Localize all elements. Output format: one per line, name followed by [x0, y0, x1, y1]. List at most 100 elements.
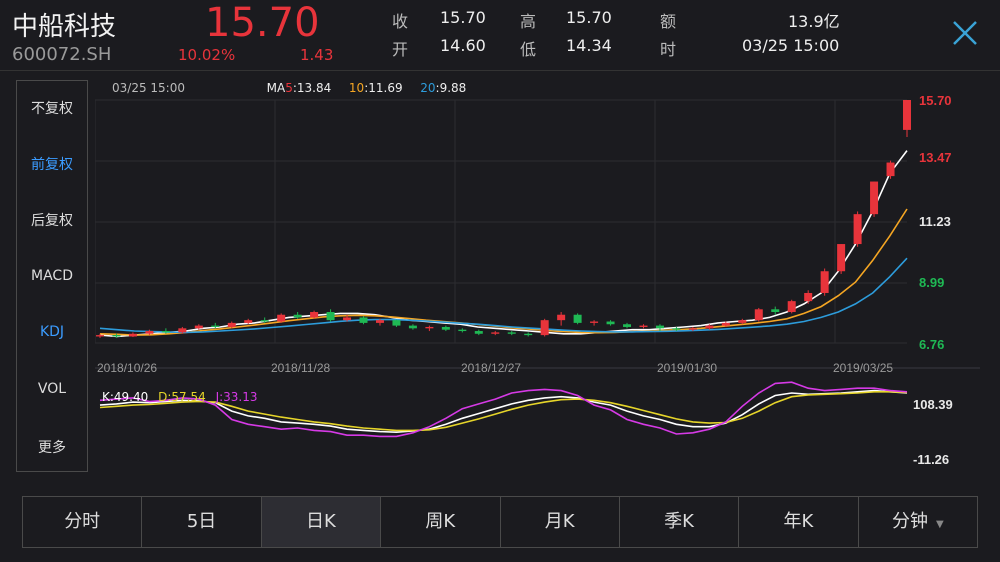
tab-minute[interactable]: 分钟 ▼ — [859, 497, 977, 547]
high-label: 高 — [520, 12, 537, 31]
candle-body — [721, 322, 730, 326]
close-icon[interactable] — [948, 16, 982, 50]
tab-5day[interactable]: 5日 — [142, 497, 262, 547]
side-menu: 不复权 前复权 后复权 MACD KDJ VOL 更多 — [16, 80, 88, 472]
candle-body — [573, 314, 582, 323]
period-tabs: 分时 5日 日K 周K 月K 季K 年K 分钟 ▼ — [22, 496, 978, 548]
candle-body — [491, 332, 500, 334]
candle-body — [128, 333, 137, 337]
y-axis-label: 15.70 — [919, 93, 952, 108]
x-axis-date-label: 2018/12/27 — [461, 361, 521, 375]
x-axis-date-label: 2019/03/25 — [833, 361, 893, 375]
candle-body — [903, 100, 911, 130]
menu-item-vol[interactable]: VOL — [17, 381, 87, 397]
ma-line-ma10 — [99, 208, 908, 336]
kdj-d-value: D:57.54 — [158, 390, 206, 404]
candle-body — [688, 328, 697, 330]
time-label: 时 — [660, 40, 677, 59]
candle-body — [738, 320, 747, 323]
candle-body — [820, 271, 829, 293]
candle-body — [178, 328, 187, 333]
kdj-axis-label: -11.26 — [913, 452, 949, 467]
y-axis-label: 13.47 — [919, 150, 952, 165]
kdj-j-value: J:33.13 — [215, 390, 258, 404]
candle-body — [211, 325, 220, 327]
candle-body — [507, 332, 516, 334]
candle-body — [557, 314, 566, 321]
y-axis-label: 11.23 — [919, 214, 951, 229]
candle-body — [194, 325, 203, 329]
caret-down-icon: ▼ — [935, 519, 944, 530]
candle-body — [639, 325, 648, 327]
candle-body — [227, 322, 236, 327]
menu-item-more[interactable]: 更多 — [17, 437, 87, 457]
menu-item-no-adjust[interactable]: 不复权 — [17, 98, 87, 118]
tab-minute-label: 分钟 — [891, 511, 928, 532]
change-amount: 1.43 — [300, 46, 334, 64]
candle-body — [277, 314, 286, 322]
open-value: 14.60 — [440, 36, 486, 55]
menu-item-macd[interactable]: MACD — [17, 268, 87, 284]
kdj-info: K:49.40 D:57.54 J:33.13 — [102, 390, 258, 404]
open-label: 开 — [392, 40, 409, 59]
candle-body — [161, 331, 170, 333]
ma-line-ma20 — [99, 257, 908, 334]
candle-body — [375, 320, 384, 323]
candle-body — [853, 214, 862, 245]
y-axis-label: 6.76 — [919, 337, 944, 352]
candle-body — [754, 309, 763, 321]
menu-item-kdj[interactable]: KDJ — [17, 324, 87, 340]
tab-weekly-k[interactable]: 周K — [381, 497, 501, 547]
header-divider — [0, 70, 1000, 71]
x-axis-date-label: 2019/01/30 — [657, 361, 717, 375]
amount-label: 额 — [660, 12, 677, 31]
candle-body — [655, 325, 664, 329]
time-value: 03/25 15:00 — [742, 36, 840, 55]
menu-item-forward-adjust[interactable]: 前复权 — [17, 154, 87, 174]
candle-body — [260, 320, 269, 322]
candle-body — [672, 328, 681, 330]
stock-name: 中船科技 — [12, 12, 117, 42]
candle-body — [771, 309, 780, 313]
y-axis-label: 8.99 — [919, 275, 944, 290]
candle-body — [244, 320, 253, 323]
candle-body — [392, 320, 401, 326]
candle-body — [458, 329, 467, 332]
candle-body — [540, 320, 549, 336]
tab-daily-k[interactable]: 日K — [261, 497, 382, 547]
candle-body — [804, 292, 813, 302]
candle-body — [705, 325, 714, 329]
candle-body — [326, 312, 335, 321]
tab-quarterly-k[interactable]: 季K — [620, 497, 740, 547]
candle-body — [343, 317, 352, 321]
candle-body — [408, 325, 417, 329]
x-axis-date-label: 2018/10/26 — [97, 361, 157, 375]
change-percent: 10.02% — [178, 46, 236, 64]
candle-body — [441, 326, 450, 330]
x-axis-date-label: 2018/11/28 — [271, 361, 330, 375]
candle-body — [524, 333, 533, 336]
candle-body — [787, 301, 796, 313]
candle-body — [623, 324, 632, 327]
candle-body — [590, 321, 599, 323]
kline-chart[interactable]: 15.70 13.47 11.23 8.99 6.76 108.39 -11.26 2018… — [95, 78, 980, 478]
candle-body — [606, 321, 615, 325]
tab-intraday[interactable]: 分时 — [23, 497, 143, 547]
candle-body — [837, 244, 846, 272]
candle-body — [96, 335, 104, 337]
candle-body — [112, 335, 121, 337]
tab-yearly-k[interactable]: 年K — [739, 497, 859, 547]
ma-line-ma5 — [99, 150, 908, 338]
candle-body — [870, 181, 879, 215]
current-price: 15.70 — [205, 0, 320, 46]
candle-body — [425, 326, 434, 329]
close-value: 15.70 — [440, 8, 486, 27]
kdj-axis-label: 108.39 — [913, 397, 953, 412]
amount-value: 13.9亿 — [788, 12, 840, 31]
low-value: 14.34 — [566, 36, 612, 55]
menu-item-backward-adjust[interactable]: 后复权 — [17, 210, 87, 230]
candle-body — [293, 314, 302, 318]
candle-body — [359, 317, 368, 323]
tab-monthly-k[interactable]: 月K — [501, 497, 620, 547]
candle-body — [886, 162, 895, 177]
